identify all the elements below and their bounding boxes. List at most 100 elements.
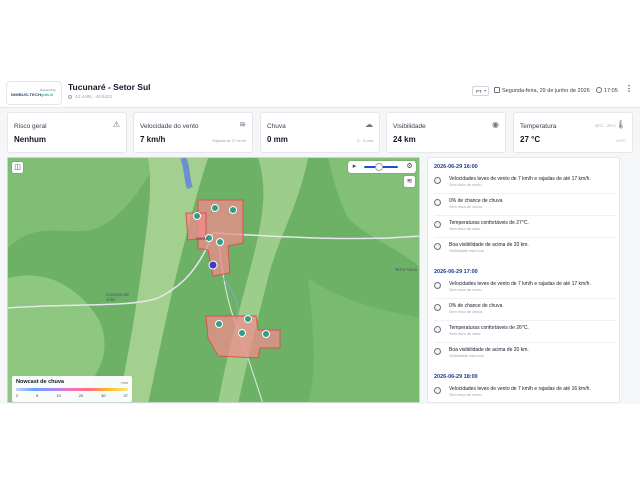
metric-card-temperature: Temperatura 27 °C ± 0°C 20°C - 29°C 🌡 xyxy=(513,112,633,153)
divider xyxy=(434,193,616,194)
legend-unit: mm xyxy=(121,380,128,385)
forecast-sub: Sem risco de chuva xyxy=(449,310,483,314)
town-label: Campos de Júlio xyxy=(106,292,130,302)
forecast-panel[interactable]: 2026-06-29 16:00 Velocidades leves de ve… xyxy=(427,157,620,403)
metric-value: 7 km/h xyxy=(140,135,166,144)
metric-sub: ± 0°C xyxy=(615,138,626,143)
coordinates: -13.4485, -49.8423 xyxy=(68,94,112,99)
forecast-title: 0% de chance de chuva xyxy=(449,303,503,309)
forecast-title: Boa visibilidade de acima de 20 km. xyxy=(449,347,529,353)
date-text: Segunda-feira, 29 de junho de 2026 xyxy=(502,88,590,94)
forecast-title: Temperaturas confortáveis de 26°C. xyxy=(449,325,529,331)
metric-sub: Rajada de 17 km/h xyxy=(212,138,246,143)
forecast-sub: Visibilidade está boa xyxy=(449,249,484,253)
play-icon[interactable]: ▸ xyxy=(349,161,360,173)
eye-icon: ◉ xyxy=(492,120,499,129)
thermometer-icon: 🌡 xyxy=(615,120,626,129)
metric-label: Velocidade do vento xyxy=(140,123,199,130)
date-display: Segunda-feira, 29 de junho de 2026 xyxy=(494,87,590,94)
forecast-title: Temperaturas confortáveis de 27°C. xyxy=(449,220,529,226)
forecast-title: Velocidades leves de vento de 7 km/h e r… xyxy=(449,386,591,392)
town-label: Terra Nova xyxy=(395,267,418,272)
wind-icon xyxy=(434,282,441,289)
legend-title: Nowcast de chuva xyxy=(16,379,64,385)
wind-layer-icon[interactable]: ≋ xyxy=(404,176,415,187)
wind-icon xyxy=(434,177,441,184)
slider-handle[interactable] xyxy=(375,163,383,171)
warning-icon: ⚠ xyxy=(112,120,120,129)
divider xyxy=(434,342,616,343)
page-title: Tucunaré - Setor Sul xyxy=(68,82,151,92)
top-header: NIMBUS-TECH Powered by Ignitis AI Tucuna… xyxy=(0,78,640,108)
forecast-sub: Sem risco de vento. xyxy=(449,183,483,187)
rain-legend: Nowcast de chuva mm 2 5 10 20 30 37 xyxy=(12,376,132,402)
forecast-title: 0% de chance de chuva xyxy=(449,198,503,204)
eye-icon xyxy=(434,243,441,250)
clock-icon xyxy=(596,87,602,93)
thermometer-icon xyxy=(434,326,441,333)
forecast-time: 2026-06-29 18:00 xyxy=(434,374,478,380)
forecast-sub: Sem risco de vento. xyxy=(449,288,483,292)
coordinates-text: -13.4485, -49.8423 xyxy=(74,94,113,99)
legend-ticks: 2 5 10 20 30 37 xyxy=(16,393,128,398)
forecast-title: Velocidades leves de vento de 7 km/h e r… xyxy=(449,176,591,182)
metric-value: Nenhum xyxy=(14,135,46,144)
legend-tick: 30 xyxy=(101,393,106,398)
legend-tick: 5 xyxy=(36,393,39,398)
legend-tick: 2 xyxy=(16,393,19,398)
metric-card-wind: Velocidade do vento 7 km/h Rajada de 17 … xyxy=(133,112,253,153)
timeline-slider[interactable]: ▸ ⚙ xyxy=(348,161,416,173)
metric-label: Chuva xyxy=(267,123,286,130)
metric-range: 20°C - 29°C xyxy=(594,123,616,128)
forecast-title: Boa visibilidade de acima de 20 km. xyxy=(449,242,529,248)
wind-icon: ≋ xyxy=(239,120,246,129)
thermometer-icon xyxy=(434,221,441,228)
chevron-down-icon: ▾ xyxy=(483,88,486,93)
metric-label: Risco geral xyxy=(14,123,47,130)
settings-icon[interactable]: ⚙ xyxy=(404,161,415,173)
metric-value: 0 mm xyxy=(267,135,288,144)
forecast-sub: Sem risco de vento. xyxy=(449,393,483,397)
language-select[interactable]: PT ▾ xyxy=(472,86,489,96)
logo-brand: NIMBUS-TECH xyxy=(11,92,42,97)
metric-label: Temperatura xyxy=(520,123,557,130)
calendar-icon xyxy=(494,87,500,93)
divider xyxy=(434,215,616,216)
cloud-rain-icon: ☁ xyxy=(365,120,373,129)
forecast-sub: Sem risco de chuva xyxy=(449,205,483,209)
legend-gradient xyxy=(16,388,128,391)
forecast-sub: Visibilidade está boa xyxy=(449,354,484,358)
logo-system: Ignitis AI xyxy=(40,93,54,97)
map-canvas[interactable] xyxy=(8,158,420,403)
divider xyxy=(434,298,616,299)
town-label: Santa xyxy=(196,236,208,241)
legend-tick: 10 xyxy=(56,393,61,398)
metric-value: 27 °C xyxy=(520,135,541,144)
metric-card-risk: Risco geral Nenhum ⚠ xyxy=(7,112,127,153)
metric-card-visibility: Visibilidade 24 km ◉ xyxy=(386,112,506,153)
metric-value: 24 km xyxy=(393,135,416,144)
rain-icon xyxy=(434,199,441,206)
logo-powered: Powered by xyxy=(40,88,56,92)
more-menu-icon[interactable]: ⋮ xyxy=(625,85,633,93)
wind-icon xyxy=(434,387,441,394)
forecast-time: 2026-06-29 16:00 xyxy=(434,164,478,170)
forecast-sub: Sem risco de calor. xyxy=(449,227,482,231)
location-pin-icon xyxy=(68,94,72,99)
language-value: PT xyxy=(476,89,482,94)
eye-icon xyxy=(434,348,441,355)
company-logo[interactable]: NIMBUS-TECH Powered by Ignitis AI xyxy=(6,81,62,105)
metric-card-rain: Chuva 0 mm 0 - 0 mm ☁ xyxy=(260,112,380,153)
divider xyxy=(434,320,616,321)
metric-label: Visibilidade xyxy=(393,123,426,130)
layers-icon[interactable]: ◫ xyxy=(12,162,23,173)
time-display: 17:05 xyxy=(596,87,618,94)
legend-tick: 37 xyxy=(123,393,128,398)
divider xyxy=(434,237,616,238)
forecast-title: Velocidades leves de vento de 7 km/h e r… xyxy=(449,281,591,287)
forecast-sub: Sem risco de calor. xyxy=(449,332,482,336)
rain-icon xyxy=(434,304,441,311)
forecast-time: 2026-06-29 17:00 xyxy=(434,269,478,275)
time-text: 17:05 xyxy=(604,88,618,94)
map-view[interactable]: ◫ ▸ ⚙ ≋ Santa Campos de Júlio Terra Nova… xyxy=(7,157,420,403)
